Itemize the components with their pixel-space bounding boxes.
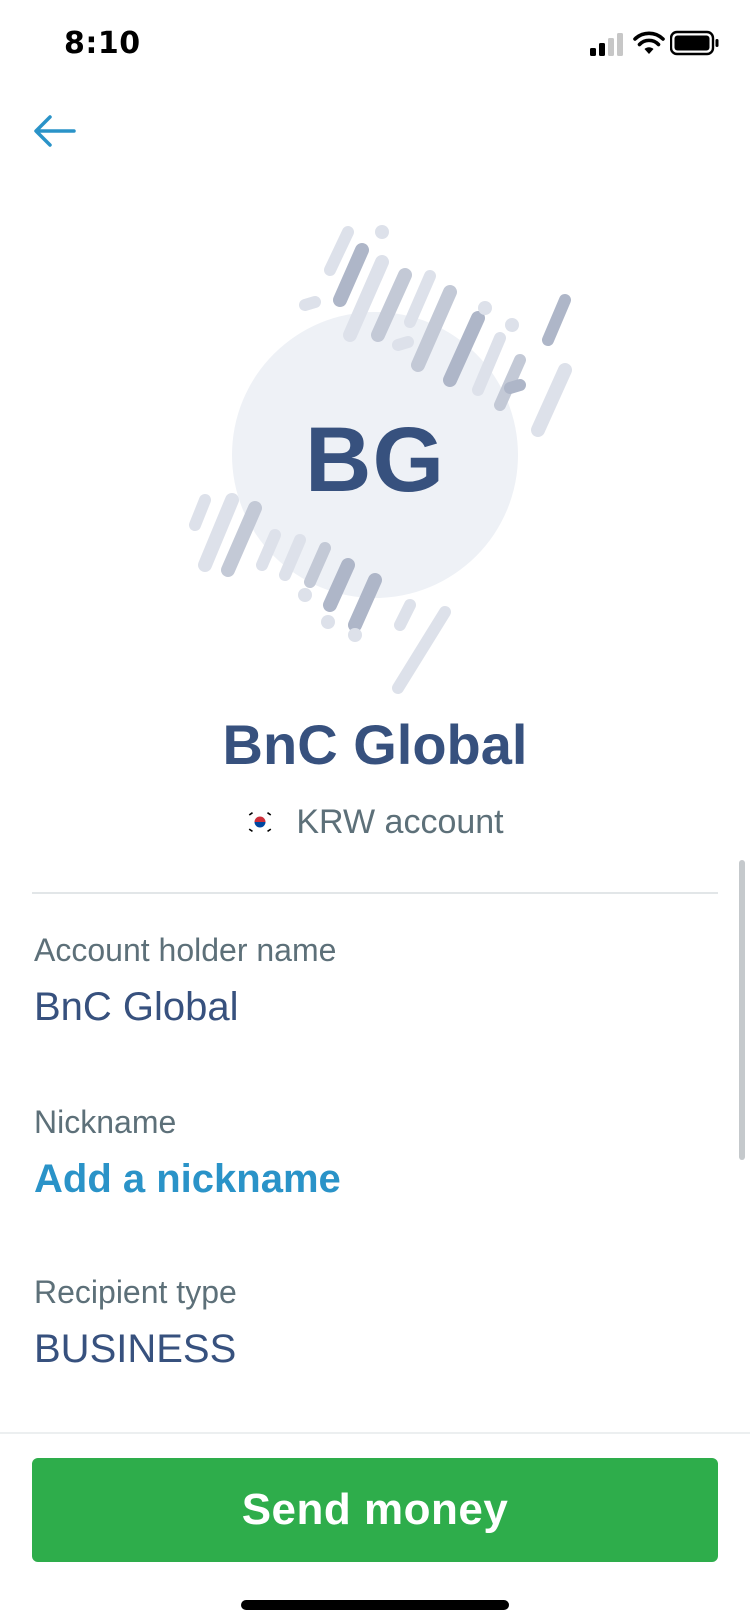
account-holder-label: Account holder name — [34, 932, 337, 968]
status-time: 8:10 — [64, 26, 141, 61]
add-nickname-link[interactable]: Add a nickname — [34, 1154, 341, 1204]
section-divider — [32, 892, 718, 894]
account-holder-value: BnC Global — [34, 985, 239, 1029]
wifi-icon — [633, 31, 665, 54]
home-indicator[interactable] — [241, 1600, 509, 1610]
arrow-left-icon — [34, 115, 76, 147]
cellular-signal-icon — [590, 33, 623, 56]
status-bar: 8:10 — [0, 0, 750, 90]
recipient-type-value: BUSINESS — [34, 1327, 237, 1371]
back-button[interactable] — [26, 104, 90, 168]
avatar-initials: BG — [305, 409, 445, 511]
status-icons — [590, 30, 720, 60]
south-korea-flag-icon — [247, 809, 274, 835]
recipient-name: BnC Global — [222, 713, 528, 776]
account-currency: KRW account — [0, 798, 750, 846]
battery-icon — [670, 30, 719, 56]
scrollbar[interactable] — [739, 860, 745, 1160]
send-money-button[interactable]: Send money — [32, 1458, 718, 1562]
nickname-label: Nickname — [34, 1104, 177, 1140]
recipient-type-label: Recipient type — [34, 1274, 237, 1310]
footer-divider — [0, 1432, 750, 1434]
account-type: KRW account — [296, 803, 504, 841]
